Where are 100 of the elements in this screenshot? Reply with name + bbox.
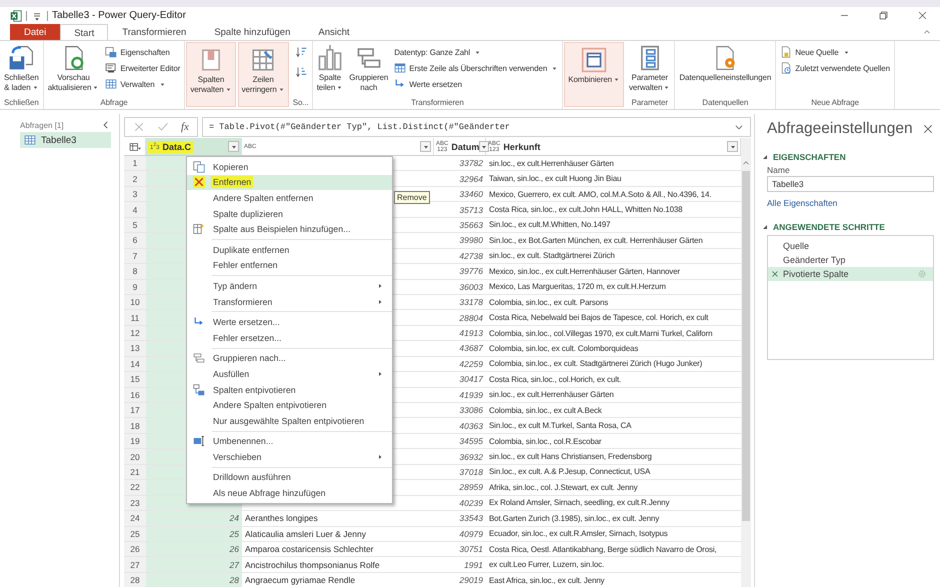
- ribbon-button[interactable]: Kombinieren: [566, 45, 622, 87]
- ribbon-tab[interactable]: Transformieren: [108, 24, 200, 40]
- properties-link[interactable]: Alle Eigenschaften: [767, 198, 934, 208]
- table-cell-text: Bot.Garten Zurich (3.1985), sin.loc., ex cult. Jenny: [488, 512, 660, 525]
- table-cell-text: 36003: [458, 280, 484, 294]
- ribbon-tab[interactable]: Spalte hinzufügen: [200, 24, 304, 40]
- step-item[interactable]: Geänderter Typ: [768, 253, 933, 267]
- menu-item[interactable]: Spalte duplizieren: [187, 206, 392, 222]
- save-document-icon: [8, 45, 34, 71]
- group-label: Parameter: [630, 97, 669, 109]
- table-menu-icon[interactable]: [128, 140, 140, 152]
- rename-icon: [193, 435, 205, 448]
- menu-item[interactable]: Fehler ersetzen...: [187, 330, 392, 346]
- menu-item[interactable]: Umbenennen...: [187, 434, 392, 450]
- query-item[interactable]: Tabelle3: [20, 132, 111, 148]
- menu-item[interactable]: Typ ändern: [187, 278, 392, 294]
- menu-item[interactable]: Duplikate entfernen: [187, 242, 392, 258]
- close-icon[interactable]: [917, 10, 928, 21]
- step-item[interactable]: Pivotierte Spalte: [768, 267, 933, 281]
- group-label: Neue Abfrage: [810, 97, 860, 109]
- table-cell-text: Costa Rica, sin.loc., col.Horich, ex cult.: [488, 374, 622, 386]
- menu-item[interactable]: Kopieren: [187, 159, 392, 175]
- table-cell-text: Ex Roland Amsler, Sirnach, seedling, ex cult.R.Jenny: [488, 497, 670, 510]
- insert-function-button[interactable]: fx: [181, 121, 189, 133]
- menu-item[interactable]: Fehler entfernen: [187, 258, 392, 274]
- menu-item[interactable]: Transformieren: [187, 294, 392, 310]
- sort-descending-icon[interactable]: [294, 66, 307, 78]
- formula-field[interactable]: = Table.Pivot(#"Geänderter Typ", List.Distinct(#"Geänderter: [202, 117, 751, 137]
- ribbon-tab[interactable]: Datei: [10, 24, 60, 40]
- menu-item[interactable]: Andere Spalten entfernen: [187, 190, 392, 206]
- row-number: 7: [124, 248, 146, 264]
- ribbon-button[interactable]: Vorschau aktualisieren: [46, 43, 102, 95]
- table-cell-text: Colombia, sin.loc., ex cult A.Beck: [488, 404, 603, 417]
- table-icon: [24, 134, 36, 146]
- filter-dropdown[interactable]: [727, 141, 738, 152]
- menu-item[interactable]: Spalte aus Beispielen hinzufügen...: [187, 221, 392, 237]
- table-cell-text: ex cult.Leo Furrer, Luzern, sin.loc.: [488, 559, 606, 572]
- ribbon-tab[interactable]: Ansicht: [304, 24, 364, 40]
- submenu-arrow-icon: [376, 452, 384, 461]
- menu-item[interactable]: Andere Spalten entpivotieren: [187, 397, 392, 413]
- ribbon-button[interactable]: Spalten verwalten: [188, 45, 234, 97]
- ribbon-button[interactable]: Datenquelleneinstellungen: [677, 43, 774, 85]
- menu-item[interactable]: Spalten entpivotieren: [187, 382, 392, 398]
- ribbon-button[interactable]: Werte ersetzen: [392, 77, 560, 91]
- ribbon-button[interactable]: Zeilen verringern: [240, 45, 287, 97]
- table-cell-text: Sin.loc., ex cult.M.Whitten, No.1497: [488, 219, 612, 232]
- check-icon[interactable]: [157, 121, 169, 133]
- sort-ascending-icon[interactable]: [294, 46, 307, 58]
- filter-dropdown[interactable]: [420, 141, 431, 152]
- ribbon-button[interactable]: Erste Zeile als Überschriften verwenden: [392, 61, 560, 75]
- row-number: 4: [124, 202, 146, 217]
- table-cell: 26: [146, 542, 242, 556]
- pane-title: Abfragen [1]: [20, 120, 64, 130]
- filter-dropdown[interactable]: [228, 141, 239, 152]
- table-cell-text: 37018: [458, 466, 484, 479]
- ribbon-button[interactable]: Erweiterter Editor: [103, 61, 182, 75]
- ribbon-button[interactable]: Spalte teilen: [314, 43, 346, 95]
- menu-item[interactable]: Ausfüllen: [187, 366, 392, 382]
- ribbon-button[interactable]: Gruppieren nach: [347, 43, 390, 95]
- table-cell-text: Alaticaulia amsleri Luer & Jenny: [244, 528, 367, 541]
- table-cell-text: 35663: [458, 218, 484, 232]
- row-number: 5: [124, 218, 146, 232]
- ribbon-button[interactable]: Zuletzt verwendete Quellen: [778, 61, 892, 75]
- name-field[interactable]: Tabelle3: [767, 176, 934, 192]
- menu-item[interactable]: Nur ausgewählte Spalten entpivotieren: [187, 412, 392, 428]
- menu-item[interactable]: Drilldown ausführen: [187, 470, 392, 486]
- menu-item[interactable]: Verschieben: [187, 449, 392, 465]
- scrollbar-thumb[interactable]: [742, 171, 750, 521]
- table-cell-text: Colombia, sin.loc., ex cult. Stadtgärtnerei Zürich (Hugo Junker): [488, 358, 704, 370]
- close-icon[interactable]: [922, 123, 934, 135]
- table-cell-text: Costa Rica, Oestl. Atlantikabhang, Berge südlich Navarro de Orosi,: [488, 544, 718, 556]
- menu-item[interactable]: Als neue Abfrage hinzufügen: [187, 485, 392, 501]
- ribbon-button[interactable]: Eigenschaften: [103, 45, 182, 59]
- ribbon-button[interactable]: Verwalten: [103, 77, 182, 91]
- table-cell-text: Sin.loc., ex Bot.Garten München, ex cult. Herrenhäuser Gärten: [488, 234, 704, 247]
- filter-dropdown[interactable]: [479, 141, 490, 152]
- group-icon: [193, 352, 205, 364]
- table-cell-text: 40363: [458, 420, 484, 433]
- row-number: 3: [124, 186, 146, 202]
- row-number: 28: [124, 572, 146, 587]
- menu-item[interactable]: Entfernen: [187, 174, 392, 190]
- delete-step-icon[interactable]: [771, 270, 779, 278]
- menu-item[interactable]: Werte ersetzen...: [187, 314, 392, 330]
- scrollbar[interactable]: [741, 138, 751, 587]
- row-number: 26: [124, 542, 146, 556]
- row-number: 25: [124, 526, 146, 541]
- table-cell-text: 33178: [458, 296, 484, 310]
- ribbon-button[interactable]: Schließen & laden: [2, 43, 41, 95]
- table-cell-text: Taiwan, sin.loc., ex cult Huong Jin Biau: [488, 173, 622, 186]
- table-cell-text: 42259: [458, 358, 484, 371]
- ribbon-button[interactable]: Parameter verwalten: [627, 43, 672, 95]
- expand-triangle-icon[interactable]: [761, 153, 769, 161]
- ribbon-tab[interactable]: Start: [60, 24, 108, 41]
- step-item[interactable]: Quelle: [768, 239, 933, 253]
- ribbon-button[interactable]: Neue Quelle: [778, 45, 892, 59]
- menu-item[interactable]: Gruppieren nach...: [187, 350, 392, 366]
- ribbon-button[interactable]: Datentyp: Ganze Zahl: [392, 45, 560, 59]
- restore-icon[interactable]: [878, 10, 889, 21]
- expand-triangle-icon[interactable]: [761, 223, 769, 231]
- table-cell-text: 40239: [458, 496, 484, 510]
